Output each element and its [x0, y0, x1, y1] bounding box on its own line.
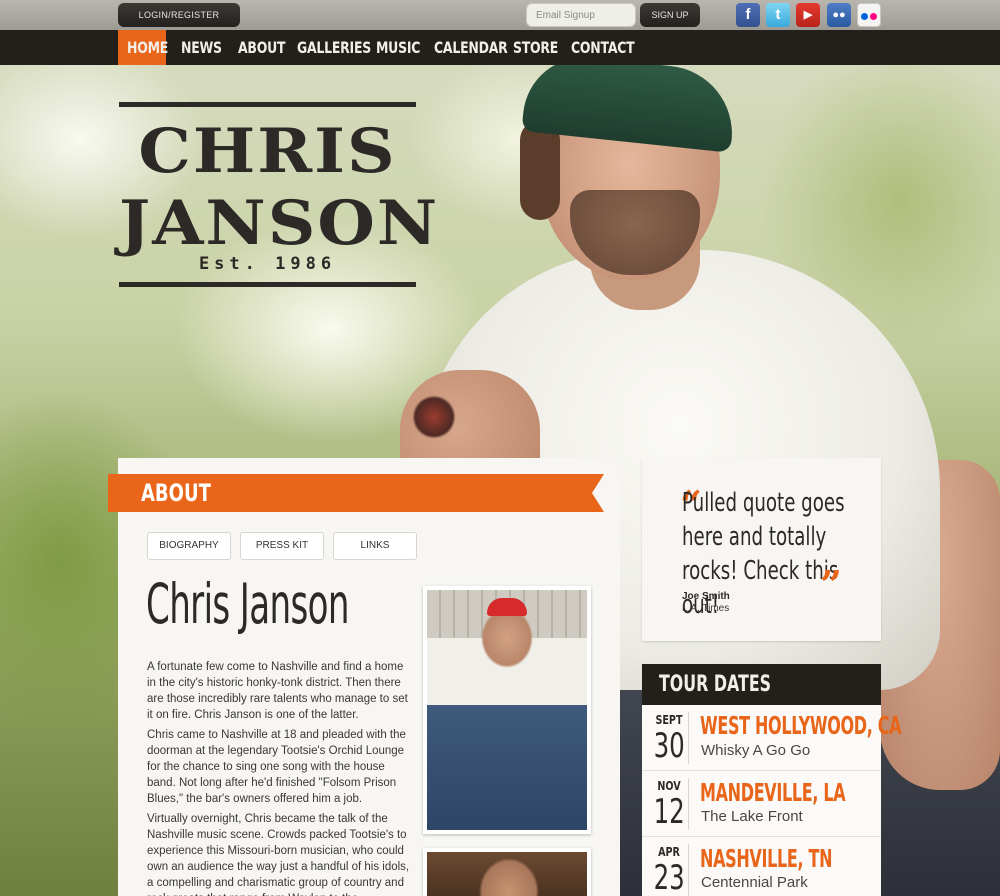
myspace-icon[interactable]: ●●	[827, 3, 851, 27]
artist-photo[interactable]	[423, 848, 591, 896]
logo-tagline: Est. 1986	[198, 254, 337, 274]
tour-divider	[688, 844, 689, 896]
tour-month: NOV	[657, 779, 681, 793]
tour-venue: Whisky A Go Go	[701, 742, 811, 759]
flickr-icon[interactable]	[857, 3, 881, 27]
tab-biography[interactable]: BIOGRAPHY	[147, 532, 231, 560]
artist-name-heading: Chris Janson	[146, 572, 350, 636]
site-logo[interactable]: CHRIS JANSON Est. 1986	[119, 102, 440, 293]
nav-item-store[interactable]: STORE	[513, 30, 558, 65]
logo-rule-top	[119, 102, 416, 107]
tour-venue: The Lake Front	[701, 808, 803, 825]
tour-month: APR	[658, 845, 680, 859]
nav-item-about[interactable]: ABOUT	[238, 30, 285, 65]
tour-city: MANDEVILLE, LA	[700, 778, 846, 807]
tour-day: 12	[653, 792, 685, 832]
tab-press-kit[interactable]: PRESS KIT	[240, 532, 324, 560]
tour-venue: Centennial Park	[701, 874, 808, 891]
logo-rule-bottom	[119, 282, 416, 287]
nav-item-calendar[interactable]: CALENDAR	[434, 30, 508, 65]
artist-photo[interactable]	[423, 586, 591, 834]
tour-day: 30	[653, 726, 685, 766]
nav-item-galleries[interactable]: GALLERIES	[297, 30, 371, 65]
quote-author: Joe Smith	[682, 591, 730, 602]
twitter-icon[interactable]: t	[766, 3, 790, 27]
youtube-icon[interactable]: ▶	[796, 3, 820, 27]
logo-last-name: JANSON	[119, 187, 440, 259]
hero-photo-hair	[520, 120, 560, 220]
tour-month: SEPT	[655, 713, 683, 727]
hero-photo-tattoo	[412, 395, 456, 439]
bio-paragraph: Virtually overnight, Chris became the ta…	[147, 813, 410, 896]
logo-first-name: CHRIS	[138, 115, 397, 187]
about-section-title: ABOUT	[141, 479, 211, 507]
quote-source: L.A. Times	[682, 603, 730, 614]
tour-city: WEST HOLLYWOOD, CA	[700, 711, 902, 740]
nav-item-contact[interactable]: CONTACT	[571, 30, 635, 65]
bio-paragraph: Chris came to Nashville at 18 and pleade…	[147, 729, 406, 805]
nav-item-news[interactable]: NEWS	[181, 30, 222, 65]
facebook-icon[interactable]: f	[736, 3, 760, 27]
tab-links[interactable]: LINKS	[333, 532, 417, 560]
tour-divider	[688, 778, 689, 830]
nav-item-home[interactable]: HOME	[127, 30, 168, 65]
sign-up-button[interactable]: SIGN UP	[640, 3, 700, 27]
nav-item-music[interactable]: MUSIC	[376, 30, 420, 65]
close-quote-icon: ”	[820, 562, 842, 607]
tour-divider	[688, 712, 689, 764]
tour-city: NASHVILLE, TN	[700, 844, 833, 873]
login-register-button[interactable]: LOGIN/REGISTER	[118, 3, 240, 27]
tour-day: 23	[653, 858, 685, 896]
tour-dates-title: TOUR DATES	[659, 672, 772, 697]
bio-paragraph: A fortunate few come to Nashville and fi…	[147, 661, 408, 721]
email-signup-input[interactable]	[526, 3, 636, 27]
